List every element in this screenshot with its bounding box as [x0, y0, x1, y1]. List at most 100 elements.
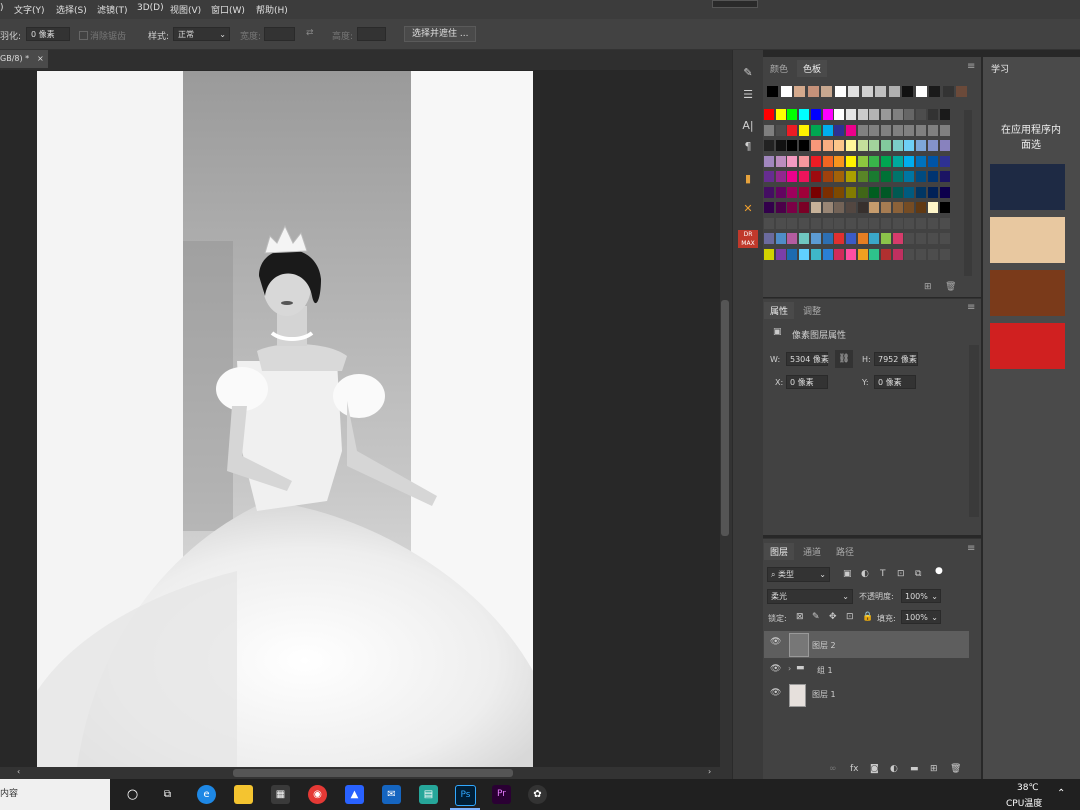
swatch[interactable] — [775, 109, 786, 120]
swatch[interactable] — [916, 233, 927, 244]
swatch[interactable] — [857, 140, 868, 151]
swatch[interactable] — [904, 109, 915, 120]
swatch[interactable] — [916, 140, 927, 151]
swatch[interactable] — [810, 248, 821, 260]
menu-item-window[interactable]: 窗口(W) — [211, 3, 245, 16]
calendar-icon[interactable]: ▤ — [419, 785, 438, 804]
swatch[interactable] — [881, 155, 891, 167]
swatch[interactable] — [939, 202, 950, 213]
swatch[interactable] — [916, 202, 927, 213]
swatch[interactable] — [904, 217, 915, 229]
swatch[interactable] — [799, 217, 810, 229]
swatch[interactable] — [915, 86, 927, 97]
swatch[interactable] — [787, 233, 798, 244]
antialias-checkbox[interactable] — [79, 31, 88, 40]
swatch[interactable] — [764, 171, 774, 182]
swatch[interactable] — [787, 140, 798, 151]
lock-artboard-icon[interactable]: ⊡ — [846, 612, 854, 622]
swatch[interactable] — [787, 217, 798, 229]
filter-smart-icon[interactable]: ⧉ — [915, 569, 921, 579]
swatch[interactable] — [845, 186, 856, 198]
swatch[interactable] — [834, 140, 845, 151]
swatch[interactable] — [845, 248, 856, 260]
new-swatch-icon[interactable]: ⊞ — [924, 282, 932, 292]
filter-toggle-icon[interactable]: ● — [935, 566, 943, 576]
swatch[interactable] — [794, 86, 805, 97]
trash-icon[interactable]: 🗑 — [950, 764, 961, 774]
swatch[interactable] — [845, 233, 856, 244]
swatch[interactable] — [869, 217, 880, 229]
swatch[interactable] — [939, 155, 950, 167]
height-field[interactable]: 7952 像素 — [874, 352, 918, 366]
swatch[interactable] — [904, 140, 915, 151]
swatch[interactable] — [892, 109, 903, 120]
swatch[interactable] — [904, 186, 915, 198]
swatch[interactable] — [904, 233, 915, 244]
davinci-icon[interactable]: ✿ — [528, 785, 547, 804]
new-layer-icon[interactable]: ⊞ — [930, 764, 938, 774]
swatch[interactable] — [822, 140, 833, 151]
swatch[interactable] — [834, 109, 845, 120]
lock-transparent-icon[interactable]: ⊠ — [796, 612, 804, 622]
x-field[interactable]: 0 像素 — [786, 375, 828, 389]
swatch[interactable] — [892, 140, 903, 151]
swatch[interactable] — [881, 109, 891, 120]
swatch[interactable] — [787, 155, 798, 167]
swatch[interactable] — [775, 217, 786, 229]
swatch[interactable] — [775, 186, 786, 198]
swatch[interactable] — [821, 86, 832, 97]
tutorial-thumbnail[interactable] — [990, 270, 1065, 316]
swatch[interactable] — [810, 202, 821, 213]
swatch[interactable] — [902, 86, 913, 97]
mask-icon[interactable]: ◙ — [870, 764, 879, 774]
swatch[interactable] — [869, 186, 880, 198]
swatch[interactable] — [881, 140, 891, 151]
photos-icon[interactable]: ▲ — [345, 785, 364, 804]
swatch[interactable] — [869, 248, 880, 260]
swatch[interactable] — [927, 124, 938, 136]
feather-input[interactable]: 0 像素 — [26, 27, 70, 41]
swatch[interactable] — [869, 233, 880, 244]
eye-icon[interactable]: 👁 — [770, 664, 781, 674]
swatch[interactable] — [939, 217, 950, 229]
swatch[interactable] — [927, 171, 938, 182]
tab-color[interactable]: 颜色 — [770, 62, 788, 75]
lock-all-icon[interactable]: 🔒 — [862, 612, 873, 622]
swatch[interactable] — [845, 140, 856, 151]
swatch[interactable] — [799, 124, 810, 136]
swatch[interactable] — [767, 86, 778, 97]
swatch[interactable] — [869, 109, 880, 120]
swatch[interactable] — [927, 155, 938, 167]
swatch[interactable] — [764, 248, 774, 260]
lock-move-icon[interactable]: ✥ — [829, 612, 837, 622]
chevron-up-icon[interactable]: ⌃ — [1057, 788, 1065, 799]
plugin-icon[interactable]: ▮ — [738, 170, 758, 188]
tab-paths[interactable]: 路径 — [836, 545, 854, 558]
swatch[interactable] — [904, 202, 915, 213]
swatch[interactable] — [834, 186, 845, 198]
scroll-right-icon[interactable]: › — [708, 767, 711, 776]
swatch[interactable] — [927, 233, 938, 244]
task-view-icon[interactable]: ⧉ — [158, 785, 177, 804]
tutorial-thumbnail[interactable] — [990, 217, 1065, 263]
adjustment-layer-icon[interactable]: ◐ — [890, 764, 898, 774]
swatch[interactable] — [857, 248, 868, 260]
menu-item-filter[interactable]: 滤镜(T) — [97, 3, 128, 16]
swatch[interactable] — [810, 155, 821, 167]
fill-field[interactable]: 100% ⌄ — [901, 610, 941, 624]
swatch[interactable] — [787, 202, 798, 213]
panel-menu-icon[interactable]: ≡ — [967, 543, 975, 554]
swatch[interactable] — [904, 124, 915, 136]
swatch[interactable] — [834, 248, 845, 260]
swatch[interactable] — [857, 109, 868, 120]
swatch[interactable] — [799, 155, 810, 167]
swatch[interactable] — [939, 186, 950, 198]
swatch[interactable] — [861, 86, 873, 97]
swatch[interactable] — [775, 124, 786, 136]
scroll-left-icon[interactable]: ‹ — [17, 767, 20, 776]
new-group-icon[interactable]: ▬ — [910, 764, 919, 774]
swatch[interactable] — [956, 86, 967, 97]
swatch[interactable] — [799, 202, 810, 213]
swatch[interactable] — [939, 140, 950, 151]
swatch[interactable] — [834, 86, 846, 97]
